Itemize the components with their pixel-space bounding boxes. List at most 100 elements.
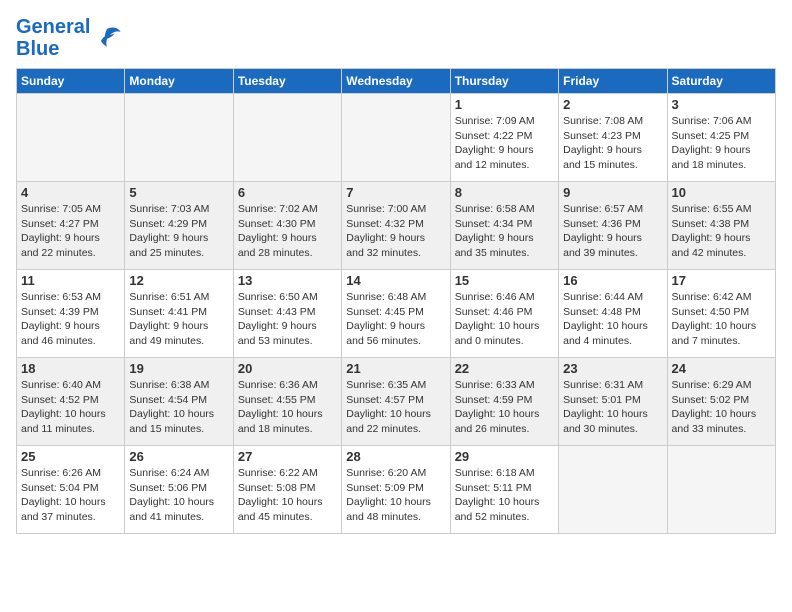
day-info: Sunrise: 6:51 AM Sunset: 4:41 PM Dayligh…: [129, 290, 228, 349]
day-header-thursday: Thursday: [450, 69, 558, 94]
day-number: 17: [672, 273, 771, 288]
calendar-day-cell: 23 Sunrise: 6:31 AM Sunset: 5:01 PM Dayli…: [559, 358, 667, 446]
day-number: 14: [346, 273, 445, 288]
day-number: 16: [563, 273, 662, 288]
day-number: 1: [455, 97, 554, 112]
calendar-day-cell: [559, 446, 667, 534]
day-info: Sunrise: 6:24 AM Sunset: 5:06 PM Dayligh…: [129, 466, 228, 525]
calendar-day-cell: 14 Sunrise: 6:48 AM Sunset: 4:45 PM Dayli…: [342, 270, 450, 358]
day-info: Sunrise: 6:55 AM Sunset: 4:38 PM Dayligh…: [672, 202, 771, 261]
day-info: Sunrise: 6:18 AM Sunset: 5:11 PM Dayligh…: [455, 466, 554, 525]
calendar-week-row: 1Sunrise: 7:09 AM Sunset: 4:22 PM Daylig…: [17, 94, 776, 182]
calendar-day-cell: 18 Sunrise: 6:40 AM Sunset: 4:52 PM Dayli…: [17, 358, 125, 446]
day-info: Sunrise: 6:48 AM Sunset: 4:45 PM Dayligh…: [346, 290, 445, 349]
day-number: 8: [455, 185, 554, 200]
calendar-day-cell: [342, 94, 450, 182]
day-info: Sunrise: 7:05 AM Sunset: 4:27 PM Dayligh…: [21, 202, 120, 261]
calendar-day-cell: [17, 94, 125, 182]
day-info: Sunrise: 7:00 AM Sunset: 4:32 PM Dayligh…: [346, 202, 445, 261]
day-info: Sunrise: 7:06 AM Sunset: 4:25 PM Dayligh…: [672, 114, 771, 173]
calendar-day-cell: 5 Sunrise: 7:03 AM Sunset: 4:29 PM Daylig…: [125, 182, 233, 270]
day-info: Sunrise: 6:46 AM Sunset: 4:46 PM Dayligh…: [455, 290, 554, 349]
logo-text: General Blue: [16, 16, 90, 60]
calendar-table: SundayMondayTuesdayWednesdayThursdayFrid…: [16, 68, 776, 534]
calendar-day-cell: 9Sunrise: 6:57 AM Sunset: 4:36 PM Daylig…: [559, 182, 667, 270]
day-number: 4: [21, 185, 120, 200]
day-number: 12: [129, 273, 228, 288]
day-number: 19: [129, 361, 228, 376]
logo: General Blue: [16, 16, 122, 60]
calendar-day-cell: 15Sunrise: 6:46 AM Sunset: 4:46 PM Dayli…: [450, 270, 558, 358]
day-header-sunday: Sunday: [17, 69, 125, 94]
calendar-day-cell: 20 Sunrise: 6:36 AM Sunset: 4:55 PM Dayli…: [233, 358, 341, 446]
day-number: 13: [238, 273, 337, 288]
calendar-day-cell: [125, 94, 233, 182]
day-info: Sunrise: 6:20 AM Sunset: 5:09 PM Dayligh…: [346, 466, 445, 525]
calendar-week-row: 25Sunrise: 6:26 AM Sunset: 5:04 PM Dayli…: [17, 446, 776, 534]
calendar-header-row: SundayMondayTuesdayWednesdayThursdayFrid…: [17, 69, 776, 94]
calendar-day-cell: 25Sunrise: 6:26 AM Sunset: 5:04 PM Dayli…: [17, 446, 125, 534]
day-info: Sunrise: 6:44 AM Sunset: 4:48 PM Dayligh…: [563, 290, 662, 349]
calendar-day-cell: 11 Sunrise: 6:53 AM Sunset: 4:39 PM Dayli…: [17, 270, 125, 358]
day-header-friday: Friday: [559, 69, 667, 94]
calendar-day-cell: [667, 446, 775, 534]
calendar-week-row: 11 Sunrise: 6:53 AM Sunset: 4:39 PM Dayli…: [17, 270, 776, 358]
day-number: 9: [563, 185, 662, 200]
day-number: 28: [346, 449, 445, 464]
day-number: 10: [672, 185, 771, 200]
day-info: Sunrise: 6:50 AM Sunset: 4:43 PM Dayligh…: [238, 290, 337, 349]
day-number: 25: [21, 449, 120, 464]
calendar-day-cell: 6Sunrise: 7:02 AM Sunset: 4:30 PM Daylig…: [233, 182, 341, 270]
day-number: 18: [21, 361, 120, 376]
day-info: Sunrise: 6:29 AM Sunset: 5:02 PM Dayligh…: [672, 378, 771, 437]
day-info: Sunrise: 6:31 AM Sunset: 5:01 PM Dayligh…: [563, 378, 662, 437]
calendar-day-cell: 3 Sunrise: 7:06 AM Sunset: 4:25 PM Daylig…: [667, 94, 775, 182]
page-header: General Blue: [16, 16, 776, 60]
day-info: Sunrise: 6:22 AM Sunset: 5:08 PM Dayligh…: [238, 466, 337, 525]
calendar-day-cell: 16 Sunrise: 6:44 AM Sunset: 4:48 PM Dayli…: [559, 270, 667, 358]
day-number: 22: [455, 361, 554, 376]
day-number: 26: [129, 449, 228, 464]
calendar-day-cell: 12 Sunrise: 6:51 AM Sunset: 4:41 PM Dayli…: [125, 270, 233, 358]
calendar-day-cell: 7 Sunrise: 7:00 AM Sunset: 4:32 PM Daylig…: [342, 182, 450, 270]
calendar-day-cell: 22 Sunrise: 6:33 AM Sunset: 4:59 PM Dayli…: [450, 358, 558, 446]
day-header-saturday: Saturday: [667, 69, 775, 94]
logo-bird-icon: [92, 23, 122, 53]
day-info: Sunrise: 7:08 AM Sunset: 4:23 PM Dayligh…: [563, 114, 662, 173]
day-number: 11: [21, 273, 120, 288]
day-info: Sunrise: 6:40 AM Sunset: 4:52 PM Dayligh…: [21, 378, 120, 437]
calendar-day-cell: 1Sunrise: 7:09 AM Sunset: 4:22 PM Daylig…: [450, 94, 558, 182]
calendar-day-cell: 8 Sunrise: 6:58 AM Sunset: 4:34 PM Daylig…: [450, 182, 558, 270]
calendar-week-row: 4 Sunrise: 7:05 AM Sunset: 4:27 PM Daylig…: [17, 182, 776, 270]
day-info: Sunrise: 6:42 AM Sunset: 4:50 PM Dayligh…: [672, 290, 771, 349]
day-number: 5: [129, 185, 228, 200]
day-number: 27: [238, 449, 337, 464]
calendar-day-cell: 21 Sunrise: 6:35 AM Sunset: 4:57 PM Dayli…: [342, 358, 450, 446]
day-number: 6: [238, 185, 337, 200]
calendar-week-row: 18 Sunrise: 6:40 AM Sunset: 4:52 PM Dayli…: [17, 358, 776, 446]
day-number: 23: [563, 361, 662, 376]
day-number: 29: [455, 449, 554, 464]
calendar-day-cell: 27 Sunrise: 6:22 AM Sunset: 5:08 PM Dayli…: [233, 446, 341, 534]
day-number: 3: [672, 97, 771, 112]
day-info: Sunrise: 6:53 AM Sunset: 4:39 PM Dayligh…: [21, 290, 120, 349]
calendar-day-cell: 4 Sunrise: 7:05 AM Sunset: 4:27 PM Daylig…: [17, 182, 125, 270]
day-info: Sunrise: 6:35 AM Sunset: 4:57 PM Dayligh…: [346, 378, 445, 437]
calendar-day-cell: 10 Sunrise: 6:55 AM Sunset: 4:38 PM Dayli…: [667, 182, 775, 270]
day-info: Sunrise: 6:58 AM Sunset: 4:34 PM Dayligh…: [455, 202, 554, 261]
calendar-day-cell: 13 Sunrise: 6:50 AM Sunset: 4:43 PM Dayli…: [233, 270, 341, 358]
calendar-day-cell: 28 Sunrise: 6:20 AM Sunset: 5:09 PM Dayli…: [342, 446, 450, 534]
day-number: 7: [346, 185, 445, 200]
calendar-day-cell: 19Sunrise: 6:38 AM Sunset: 4:54 PM Dayli…: [125, 358, 233, 446]
calendar-day-cell: [233, 94, 341, 182]
calendar-day-cell: 26 Sunrise: 6:24 AM Sunset: 5:06 PM Dayli…: [125, 446, 233, 534]
calendar-day-cell: 17 Sunrise: 6:42 AM Sunset: 4:50 PM Dayli…: [667, 270, 775, 358]
day-header-tuesday: Tuesday: [233, 69, 341, 94]
day-info: Sunrise: 7:03 AM Sunset: 4:29 PM Dayligh…: [129, 202, 228, 261]
calendar-day-cell: 29 Sunrise: 6:18 AM Sunset: 5:11 PM Dayli…: [450, 446, 558, 534]
day-number: 20: [238, 361, 337, 376]
day-number: 21: [346, 361, 445, 376]
day-number: 2: [563, 97, 662, 112]
day-info: Sunrise: 6:36 AM Sunset: 4:55 PM Dayligh…: [238, 378, 337, 437]
day-info: Sunrise: 6:33 AM Sunset: 4:59 PM Dayligh…: [455, 378, 554, 437]
